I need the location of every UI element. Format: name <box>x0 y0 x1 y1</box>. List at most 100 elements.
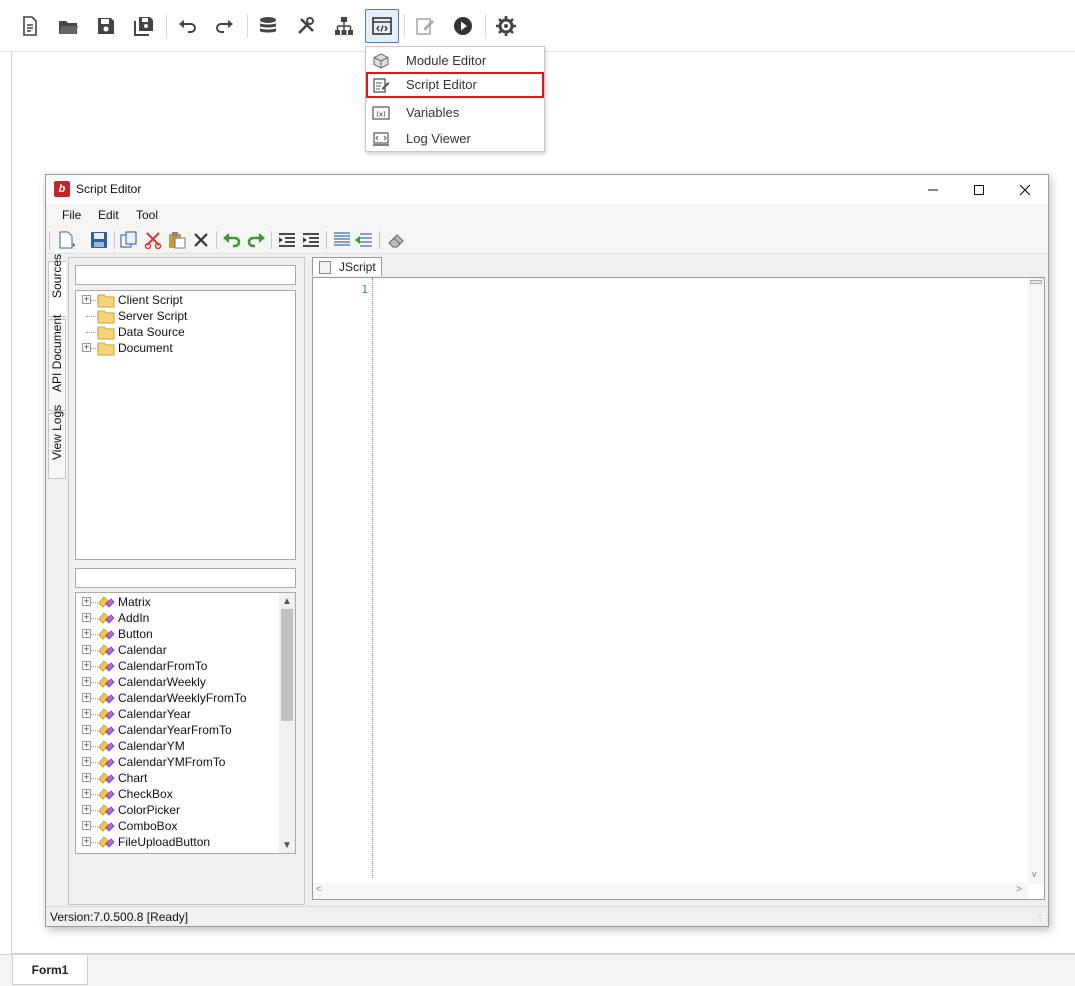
scroll-left-icon[interactable]: < <box>316 884 322 895</box>
tools-icon[interactable] <box>289 9 323 43</box>
code-vertical-scrollbar[interactable]: ∨ <box>1028 278 1044 884</box>
expand-icon[interactable]: + <box>82 773 91 782</box>
line-number: 1 <box>361 283 368 296</box>
expand-icon[interactable]: + <box>82 661 91 670</box>
component-icon <box>98 836 115 848</box>
minimize-icon[interactable] <box>910 175 956 204</box>
expand-icon[interactable]: + <box>82 725 91 734</box>
menu-file[interactable]: File <box>62 208 81 222</box>
close-icon[interactable] <box>1002 175 1048 204</box>
expand-icon[interactable]: + <box>82 757 91 766</box>
delete-icon[interactable] <box>191 230 211 250</box>
menu-edit[interactable]: Edit <box>98 208 119 222</box>
tree-label: CalendarYear <box>118 707 191 721</box>
component-icon <box>98 660 115 672</box>
menu-item-variables[interactable]: (x) Variables <box>366 100 544 126</box>
expand-icon[interactable]: + <box>82 613 91 622</box>
document-icon <box>319 260 331 274</box>
scroll-right-icon[interactable]: > <box>1016 884 1022 895</box>
edit-icon[interactable] <box>408 9 442 43</box>
expand-icon[interactable]: + <box>82 693 91 702</box>
new-document-icon[interactable] <box>13 9 47 43</box>
new-file-icon[interactable] <box>56 230 76 250</box>
expand-icon[interactable]: + <box>82 597 91 606</box>
tree-label: ColorPicker <box>118 803 181 817</box>
tab-sources[interactable]: Sources <box>48 254 66 317</box>
save-icon[interactable] <box>89 9 123 43</box>
tree-label: CalendarWeekly <box>118 675 206 689</box>
maximize-icon[interactable] <box>956 175 1002 204</box>
cut-icon[interactable] <box>143 230 163 250</box>
component-icon <box>98 724 115 736</box>
redo-icon[interactable] <box>246 230 266 250</box>
open-folder-icon[interactable] <box>51 9 85 43</box>
component-icon <box>98 788 115 800</box>
scroll-thumb[interactable] <box>281 609 293 721</box>
save-icon[interactable] <box>89 230 109 250</box>
undo-icon[interactable] <box>222 230 242 250</box>
tools-dropdown-menu: Module Editor Script Editor (x) Variable… <box>365 46 545 152</box>
menu-item-script-editor[interactable]: Script Editor <box>366 72 544 98</box>
expand-icon[interactable]: + <box>82 741 91 750</box>
component-tree-scrollbar[interactable]: ▲ ▼ <box>279 593 295 853</box>
undo-icon[interactable] <box>170 9 204 43</box>
component-icon <box>98 596 115 608</box>
expand-icon[interactable]: + <box>82 677 91 686</box>
menu-item-log-viewer[interactable]: Log Viewer <box>366 126 544 152</box>
tree-label: CalendarYMFromTo <box>118 755 226 769</box>
expand-icon[interactable]: + <box>82 343 91 352</box>
expand-icon[interactable]: + <box>82 805 91 814</box>
code-editor[interactable]: 1 ∨ < > <box>312 277 1045 900</box>
component-icon <box>98 644 115 656</box>
scroll-down-icon[interactable]: ∨ <box>1031 869 1038 880</box>
expand-icon[interactable]: + <box>82 821 91 830</box>
eraser-icon[interactable] <box>386 230 406 250</box>
tree-label: Document <box>118 341 173 355</box>
form-tab[interactable]: Form1 <box>12 955 88 985</box>
paste-icon[interactable] <box>167 230 187 250</box>
menu-tool[interactable]: Tool <box>136 208 158 222</box>
scroll-down-icon[interactable]: ▼ <box>279 837 295 853</box>
run-icon[interactable] <box>446 9 480 43</box>
expand-icon[interactable]: + <box>82 789 91 798</box>
expand-icon[interactable]: + <box>82 837 91 846</box>
comment-lines-icon[interactable] <box>332 230 352 250</box>
redo-icon[interactable] <box>208 9 242 43</box>
source-tree: + Client Script Server Script Data Sourc… <box>75 290 296 560</box>
tab-label: JScript <box>339 260 376 274</box>
svg-text:(x): (x) <box>376 111 386 119</box>
copy-icon[interactable] <box>119 230 139 250</box>
tree-label: CheckBox <box>118 787 173 801</box>
window-titlebar[interactable]: b Script Editor <box>46 175 1048 204</box>
resize-grip-icon[interactable]: ⋮⋮ <box>1036 914 1052 924</box>
code-horizontal-scrollbar[interactable]: < > <box>313 883 1028 899</box>
save-all-icon[interactable] <box>127 9 161 43</box>
tab-api-document[interactable]: API Document <box>48 315 66 411</box>
database-icon[interactable] <box>251 9 285 43</box>
component-filter-input[interactable] <box>75 568 296 588</box>
tree-label: Calendar <box>118 643 167 657</box>
variable-icon: (x) <box>372 104 390 122</box>
source-filter-input[interactable] <box>75 265 296 285</box>
hierarchy-icon[interactable] <box>327 9 361 43</box>
expand-icon[interactable]: + <box>82 295 91 304</box>
expand-icon[interactable]: + <box>82 709 91 718</box>
app-logo-icon: b <box>54 181 70 197</box>
tab-label: View Logs <box>50 404 64 460</box>
uncomment-lines-icon[interactable] <box>354 230 374 250</box>
expand-icon[interactable]: + <box>82 645 91 654</box>
component-icon <box>98 612 115 624</box>
settings-gear-icon[interactable] <box>489 9 523 43</box>
window-title: Script Editor <box>76 182 142 196</box>
outdent-icon[interactable] <box>277 230 297 250</box>
menu-item-module-editor[interactable]: Module Editor <box>366 48 544 74</box>
code-window-icon[interactable] <box>365 9 399 43</box>
expand-icon[interactable]: + <box>82 629 91 638</box>
component-tree: + Matrix + AddIn + Button + Calendar + CalendarFr… <box>75 592 296 854</box>
indent-icon[interactable] <box>301 230 321 250</box>
tab-jscript[interactable]: JScript <box>312 257 382 276</box>
tab-view-logs[interactable]: View Logs <box>48 405 66 479</box>
menu-item-label: Log Viewer <box>406 131 471 146</box>
component-icon <box>98 772 115 784</box>
scroll-up-icon[interactable]: ▲ <box>279 593 295 609</box>
